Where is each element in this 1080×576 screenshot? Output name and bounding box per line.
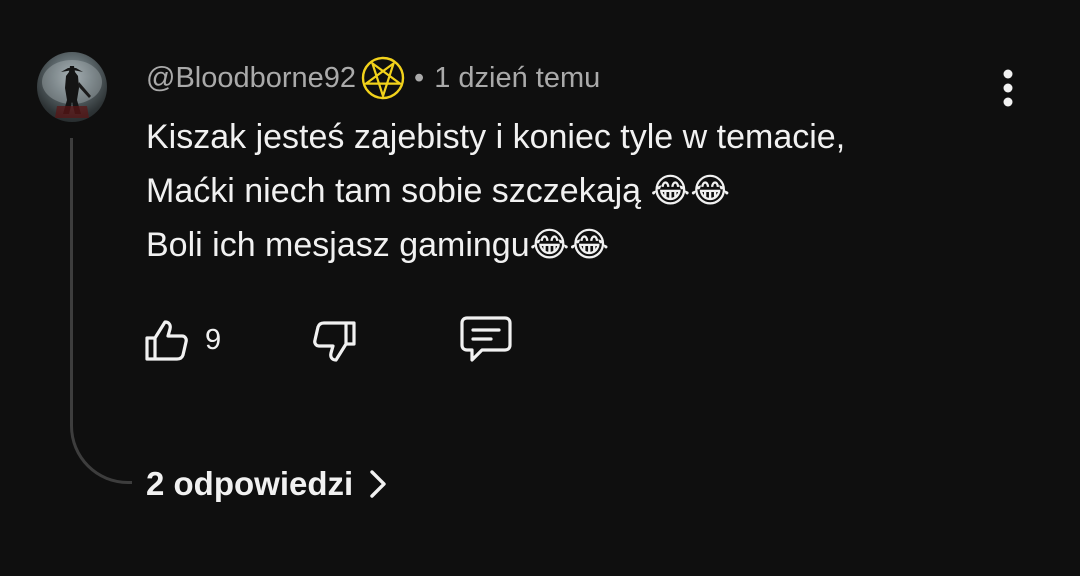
more-options-button[interactable]	[993, 68, 1023, 108]
comment-line: Kiszak jesteś zajebisty i koniec tyle w …	[146, 118, 846, 156]
dislike-button[interactable]	[310, 314, 358, 366]
view-replies-button[interactable]: 2 odpowiedzi	[146, 458, 389, 510]
comment-text: Kiszak jesteś zajebisty i koniec tyle w …	[146, 110, 1026, 272]
comment-line: Maćki niech tam sobie szczekają 😂😂	[146, 172, 730, 210]
like-count: 9	[205, 323, 222, 356]
hunter-figure-icon	[42, 60, 102, 118]
comment-header: @Bloodborne92 • 1 dzień temu	[146, 56, 600, 100]
comment-line: Boli ich mesjasz gamingu😂😂	[146, 226, 610, 264]
thumbs-up-icon	[145, 320, 188, 361]
chevron-right-icon	[370, 470, 386, 498]
comment-username[interactable]: @Bloodborne92	[146, 62, 356, 95]
replies-count-label: 2 odpowiedzi	[146, 465, 354, 502]
header-separator: •	[414, 61, 425, 94]
thumbs-down-icon	[313, 321, 356, 362]
pentagram-icon	[361, 56, 405, 100]
thread-connector-line	[70, 138, 132, 484]
like-button[interactable]: 9	[143, 314, 221, 366]
avatar[interactable]	[37, 52, 107, 122]
comment-timestamp[interactable]: 1 dzień temu	[434, 62, 600, 95]
more-vert-icon	[1003, 69, 1013, 107]
comment-reply-icon	[460, 316, 512, 362]
reply-button[interactable]	[458, 314, 514, 366]
